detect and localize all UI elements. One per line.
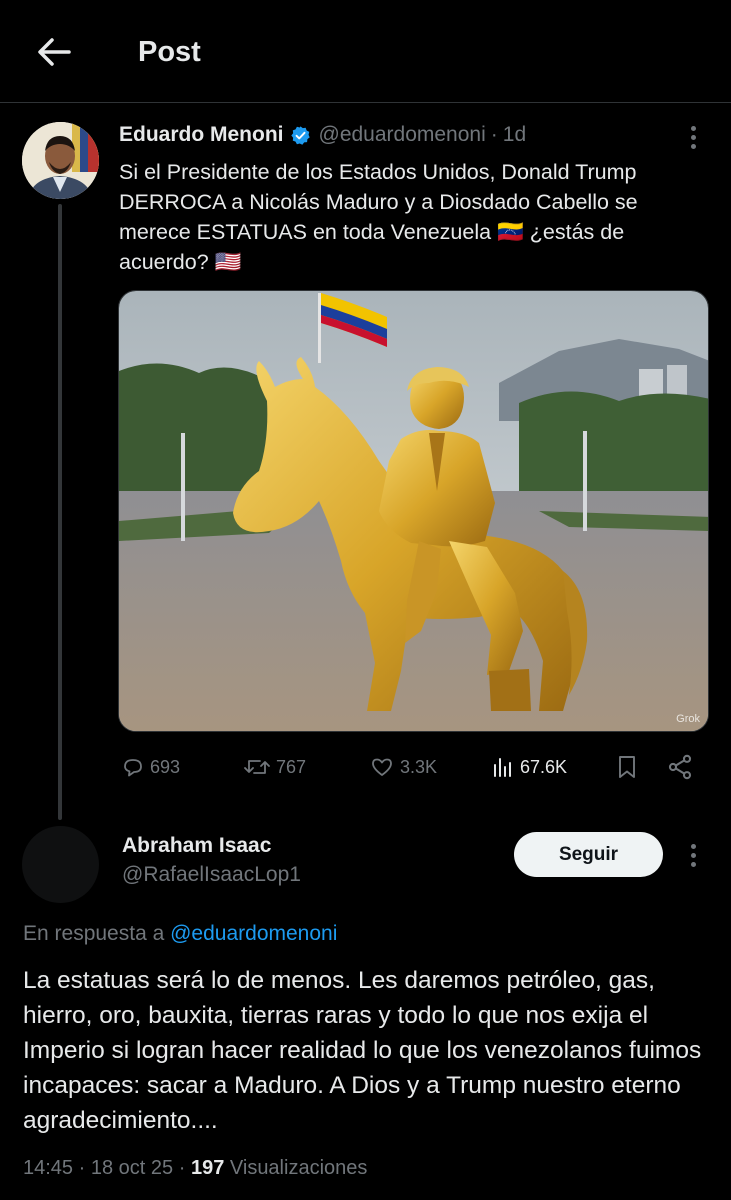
share-icon [668, 754, 692, 780]
replying-to-mention[interactable]: @eduardomenoni [170, 922, 337, 945]
repost-button[interactable]: 767 [242, 750, 306, 784]
post-author-row: Eduardo Menoni @eduardomenoni · 1d [119, 120, 526, 150]
post-image[interactable]: Grok [118, 290, 709, 732]
top-bar: Post [0, 0, 731, 103]
more-dots-icon [690, 125, 696, 131]
reply-icon [124, 759, 142, 777]
heart-icon [372, 758, 392, 776]
separator-dot: · [490, 123, 498, 146]
bookmark-icon [619, 756, 635, 778]
like-button[interactable]: 3.3K [368, 750, 437, 784]
replying-to-line: En respuesta a @eduardomenoni [23, 920, 337, 948]
more-options-button[interactable] [682, 122, 704, 152]
meta-separator: · [178, 1157, 186, 1179]
author-name[interactable]: Eduardo Menoni [119, 123, 284, 147]
reply-author-handle[interactable]: @RafaelIsaacLop1 [122, 861, 301, 889]
meta-separator: · [78, 1157, 86, 1179]
reply-author-name[interactable]: Abraham Isaac [122, 832, 271, 860]
view-count: 67.6K [520, 756, 568, 777]
like-count: 3.3K [400, 756, 438, 777]
grok-watermark: Grok [676, 713, 700, 725]
post-text: Si el Presidente de los Estados Unidos, … [119, 160, 638, 274]
reply-metadata: 14:45 · 18 oct 25 · 197 Visualizaciones [23, 1154, 367, 1182]
repost-count: 767 [276, 756, 307, 777]
reply-time[interactable]: 14:45 [23, 1157, 73, 1179]
thread-connector-line [58, 204, 62, 820]
reply-date[interactable]: 18 oct 25 [91, 1157, 173, 1179]
follow-button[interactable]: Seguir [514, 832, 663, 877]
reply-view-count: 197 [190, 1157, 225, 1179]
reply-views-label: Visualizaciones [229, 1157, 368, 1179]
author-avatar[interactable] [22, 122, 99, 199]
back-arrow-icon [38, 38, 71, 66]
replying-prefix: En respuesta a [23, 922, 165, 945]
post-time[interactable]: 1d [503, 123, 526, 147]
author-handle[interactable]: @eduardomenoni [319, 123, 486, 147]
reply-text: La estatuas será lo de menos. Les daremo… [23, 967, 702, 1134]
bookmark-button[interactable] [615, 750, 643, 784]
repost-icon [244, 760, 270, 774]
reply-more-options-button[interactable] [682, 840, 704, 870]
reply-author-avatar[interactable] [22, 826, 99, 903]
verified-badge-icon[interactable] [290, 125, 311, 146]
back-button[interactable] [34, 34, 74, 70]
reply-button[interactable]: 693 [120, 750, 180, 784]
more-dots-icon [690, 843, 696, 849]
post-action-bar: 693 767 3.3K 67.6K [118, 750, 708, 784]
analytics-icon [494, 758, 511, 777]
views-button[interactable]: 67.6K [490, 750, 567, 784]
reply-count: 693 [150, 756, 181, 777]
share-button[interactable] [666, 750, 698, 784]
page-title: Post [138, 36, 201, 68]
